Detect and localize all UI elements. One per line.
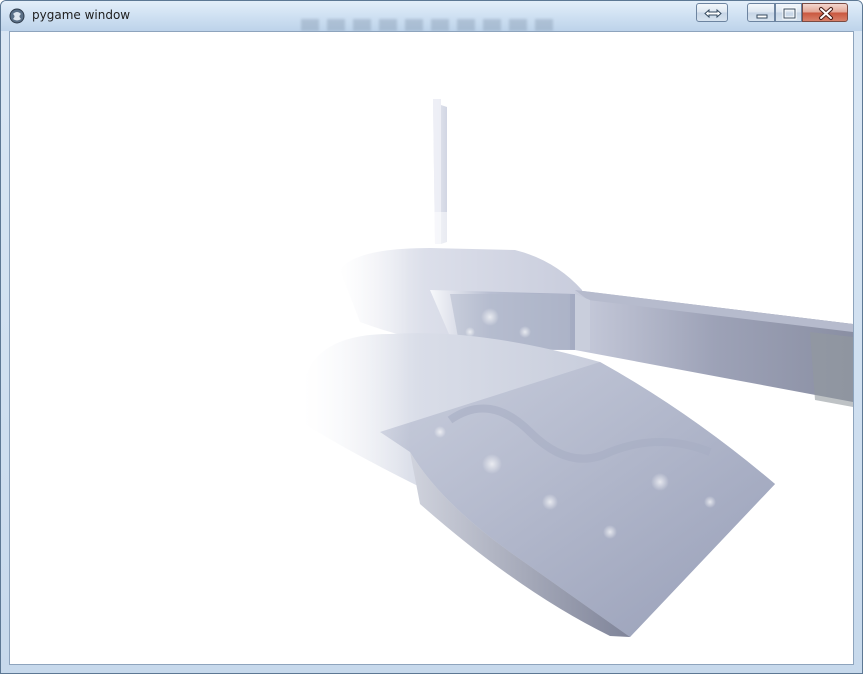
- pygame-window: pygame window: [0, 0, 863, 674]
- window-title: pygame window: [32, 8, 131, 22]
- 3d-scene: [10, 32, 853, 664]
- close-icon: [819, 7, 833, 20]
- maximize-button[interactable]: [775, 3, 802, 22]
- minimize-button[interactable]: [747, 3, 775, 22]
- pygame-snake-icon[interactable]: [8, 7, 26, 25]
- swap-window-button[interactable]: [696, 3, 728, 22]
- close-button[interactable]: [802, 3, 848, 22]
- title-bar[interactable]: pygame window: [1, 1, 862, 31]
- game-viewport[interactable]: [9, 31, 854, 665]
- maximize-icon: [782, 7, 797, 20]
- swap-arrows-icon: [704, 8, 722, 19]
- titlebar-glass-reflection: [301, 19, 561, 31]
- minimize-icon: [756, 14, 768, 19]
